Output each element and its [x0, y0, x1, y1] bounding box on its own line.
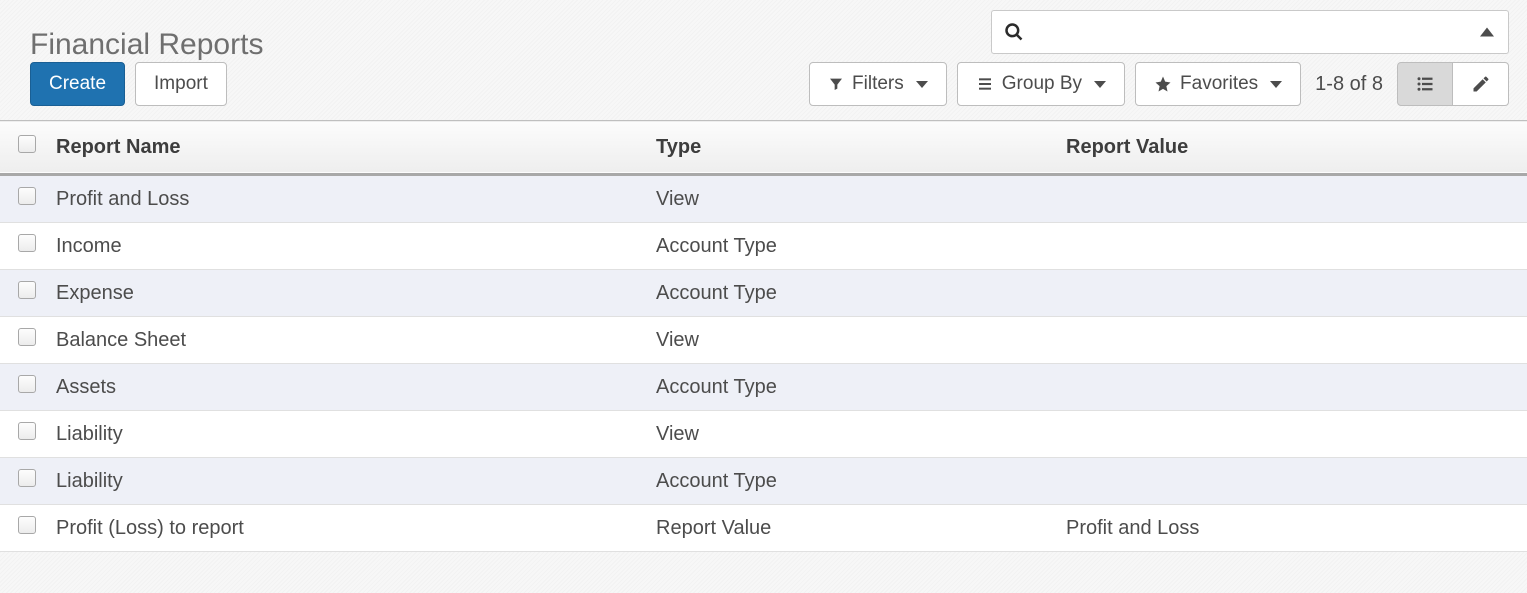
table-row[interactable]: Balance SheetView: [0, 317, 1527, 364]
caret-down-icon: [1094, 81, 1106, 88]
row-checkbox[interactable]: [18, 469, 36, 487]
cell-type: Account Type: [646, 364, 1056, 411]
cell-type: Account Type: [646, 270, 1056, 317]
cell-name: Expense: [46, 270, 646, 317]
cell-type: View: [646, 175, 1056, 223]
cell-value: [1056, 364, 1527, 411]
row-checkbox[interactable]: [18, 375, 36, 393]
create-button[interactable]: Create: [30, 62, 125, 106]
cell-type: Report Value: [646, 505, 1056, 552]
table-row[interactable]: LiabilityAccount Type: [0, 458, 1527, 505]
cell-value: [1056, 458, 1527, 505]
cell-name: Assets: [46, 364, 646, 411]
cell-value: [1056, 175, 1527, 223]
cell-value: [1056, 411, 1527, 458]
row-checkbox[interactable]: [18, 328, 36, 346]
list-icon: [976, 76, 994, 92]
caret-down-icon: [1270, 81, 1282, 88]
search-icon: [1004, 22, 1024, 42]
list-view-button[interactable]: [1397, 62, 1453, 106]
cell-name: Balance Sheet: [46, 317, 646, 364]
edit-icon: [1471, 74, 1491, 94]
row-checkbox[interactable]: [18, 234, 36, 252]
cell-type: View: [646, 411, 1056, 458]
row-checkbox[interactable]: [18, 187, 36, 205]
cell-name: Liability: [46, 458, 646, 505]
cell-name: Income: [46, 223, 646, 270]
list-icon: [1414, 75, 1436, 93]
form-view-button[interactable]: [1453, 62, 1509, 106]
cell-value: [1056, 317, 1527, 364]
cell-type: View: [646, 317, 1056, 364]
cell-value: [1056, 270, 1527, 317]
col-header-name[interactable]: Report Name: [46, 121, 646, 175]
table-row[interactable]: ExpenseAccount Type: [0, 270, 1527, 317]
page-title: Financial Reports: [30, 28, 263, 62]
row-checkbox[interactable]: [18, 281, 36, 299]
cell-type: Account Type: [646, 458, 1056, 505]
table-row[interactable]: Profit (Loss) to reportReport ValueProfi…: [0, 505, 1527, 552]
table-row[interactable]: IncomeAccount Type: [0, 223, 1527, 270]
cell-type: Account Type: [646, 223, 1056, 270]
cell-name: Liability: [46, 411, 646, 458]
table-row[interactable]: LiabilityView: [0, 411, 1527, 458]
cell-value: [1056, 223, 1527, 270]
cell-value: Profit and Loss: [1056, 505, 1527, 552]
groupby-button[interactable]: Group By: [957, 62, 1125, 106]
filters-label: Filters: [852, 73, 904, 95]
import-button[interactable]: Import: [135, 62, 227, 106]
caret-up-icon[interactable]: [1480, 28, 1494, 37]
favorites-button[interactable]: Favorites: [1135, 62, 1301, 106]
filter-icon: [828, 76, 844, 92]
table-row[interactable]: AssetsAccount Type: [0, 364, 1527, 411]
cell-name: Profit (Loss) to report: [46, 505, 646, 552]
groupby-label: Group By: [1002, 73, 1082, 95]
search-input[interactable]: [1032, 21, 1496, 44]
filters-button[interactable]: Filters: [809, 62, 947, 106]
row-checkbox[interactable]: [18, 516, 36, 534]
col-header-type[interactable]: Type: [646, 121, 1056, 175]
caret-down-icon: [916, 81, 928, 88]
reports-table: Report Name Type Report Value Profit and…: [0, 120, 1527, 552]
row-checkbox[interactable]: [18, 422, 36, 440]
pager-text: 1-8 of 8: [1315, 73, 1383, 96]
favorites-label: Favorites: [1180, 73, 1258, 95]
cell-name: Profit and Loss: [46, 175, 646, 223]
table-header-row: Report Name Type Report Value: [0, 121, 1527, 175]
star-icon: [1154, 75, 1172, 93]
search-input-container[interactable]: [991, 10, 1509, 54]
col-header-value[interactable]: Report Value: [1056, 121, 1527, 175]
table-row[interactable]: Profit and LossView: [0, 175, 1527, 223]
select-all-checkbox[interactable]: [18, 135, 36, 153]
